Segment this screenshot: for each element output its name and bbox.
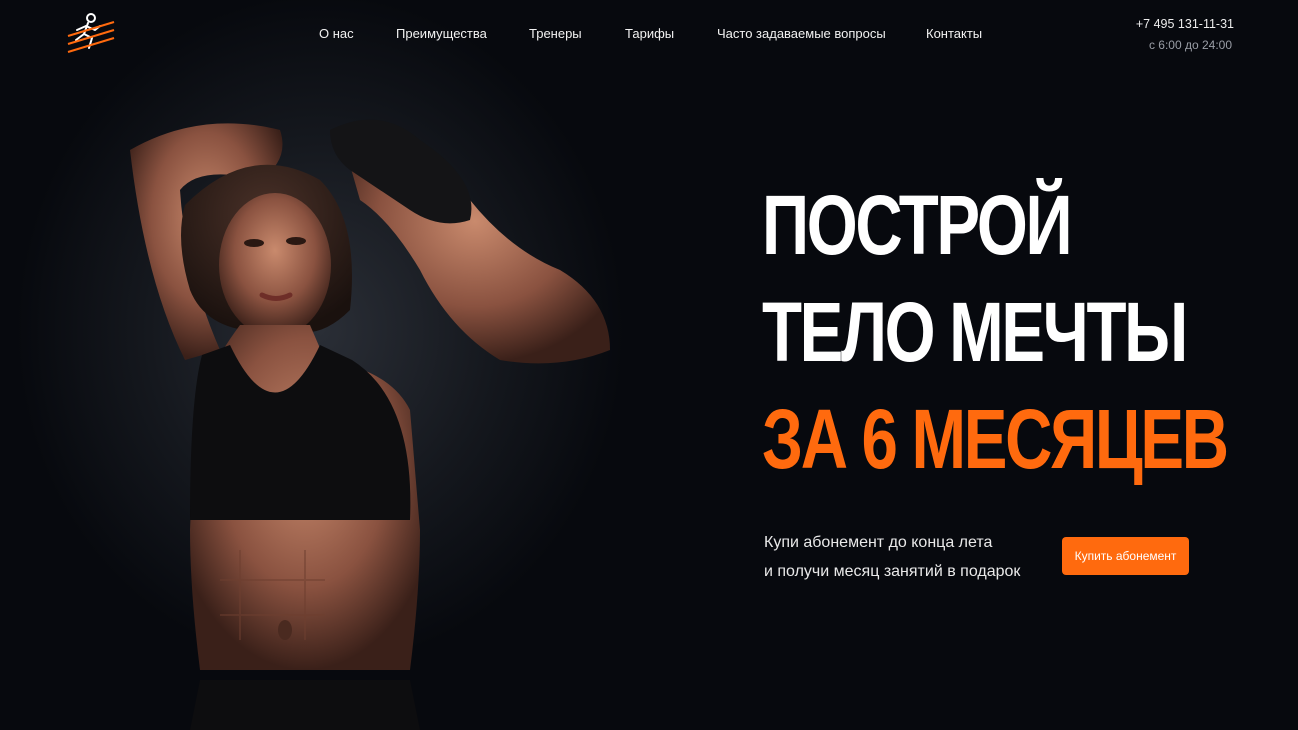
phone-number[interactable]: +7 495 131-11-31 — [1136, 17, 1234, 31]
nav-item-faq[interactable]: Часто задаваемые вопросы — [717, 26, 886, 41]
nav-item-tariffs[interactable]: Тарифы — [625, 26, 674, 41]
headline-line-3: ЗА 6 МЕСЯЦЕВ — [762, 392, 1229, 486]
main-nav: О нас Преимущества Тренеры Тарифы Часто … — [0, 26, 1298, 44]
headline-line-1: ПОСТРОЙ — [762, 178, 1073, 272]
buy-subscription-button[interactable]: Купить абонемент — [1062, 537, 1189, 575]
hero-subtitle: Купи абонемент до конца лета и получи ме… — [764, 528, 1020, 586]
subtitle-line-1: Купи абонемент до конца лета — [764, 534, 993, 551]
hero-section: О нас Преимущества Тренеры Тарифы Часто … — [0, 0, 1298, 730]
nav-item-contacts[interactable]: Контакты — [926, 26, 982, 41]
nav-item-advantages[interactable]: Преимущества — [396, 26, 487, 41]
hero-headline: ПОСТРОЙ ТЕЛО МЕЧТЫ ЗА 6 МЕСЯЦЕВ — [762, 172, 1262, 493]
subtitle-line-2: и получи месяц занятий в подарок — [764, 563, 1021, 580]
nav-item-about[interactable]: О нас — [319, 26, 354, 41]
athlete-photo — [130, 119, 610, 730]
working-hours: с 6:00 до 24:00 — [1148, 38, 1232, 52]
headline-line-2: ТЕЛО МЕЧТЫ — [762, 285, 1188, 379]
nav-item-trainers[interactable]: Тренеры — [529, 26, 582, 41]
